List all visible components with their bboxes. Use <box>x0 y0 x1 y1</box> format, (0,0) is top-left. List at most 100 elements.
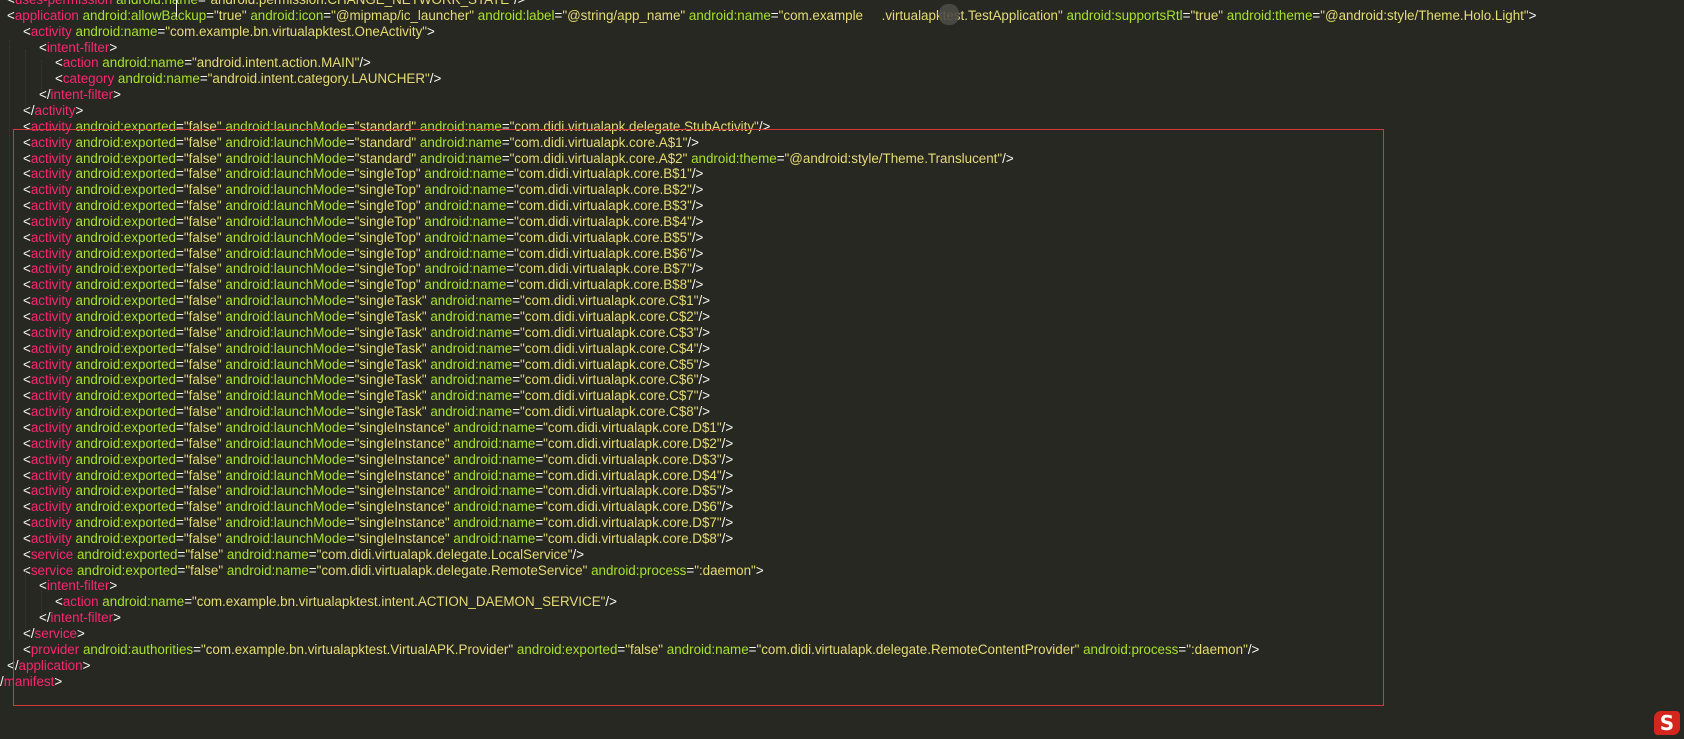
xml-attribute: android:exported <box>75 404 177 420</box>
xml-punctuation: > <box>427 23 435 39</box>
xml-tag-name: activity <box>30 229 72 245</box>
code-line[interactable]: <provider android:authorities="com.examp… <box>0 641 1259 658</box>
xml-punctuation: = <box>512 324 521 340</box>
xml-punctuation: < <box>23 641 31 657</box>
code-line[interactable]: <action android:name="android.intent.act… <box>0 54 371 71</box>
code-line[interactable]: <activity android:exported="false" andro… <box>0 150 1014 167</box>
code-line[interactable]: </application> <box>0 657 90 674</box>
code-line[interactable]: </activity> <box>0 102 83 119</box>
xml-punctuation: = <box>501 118 510 134</box>
xml-tag-name: activity <box>30 467 72 483</box>
xml-punctuation: = <box>199 71 208 87</box>
xml-string: "singleInstance" <box>354 451 450 467</box>
xml-punctuation: = <box>176 182 184 198</box>
code-line[interactable]: <activity android:exported="false" andro… <box>0 292 710 309</box>
text-cursor <box>176 0 177 17</box>
code-line[interactable]: <activity android:exported="false" andro… <box>0 482 733 499</box>
xml-string: "false" <box>183 213 222 229</box>
code-line[interactable]: <activity android:exported="false" andro… <box>0 498 733 515</box>
code-line[interactable]: <activity android:exported="false" andro… <box>0 118 770 135</box>
code-line[interactable]: <service android:exported="false" androi… <box>0 546 584 563</box>
code-line[interactable]: <activity android:exported="false" andro… <box>0 324 710 341</box>
xml-string: "false" <box>183 451 222 467</box>
code-line[interactable]: <activity android:exported="false" andro… <box>0 530 733 547</box>
code-editor[interactable]: <uses-permission android:name="android.p… <box>0 0 1684 739</box>
xml-attribute: android:exported <box>75 229 177 245</box>
code-line[interactable]: <activity android:exported="false" andro… <box>0 134 699 151</box>
code-line[interactable]: <application android:allowBackup="true" … <box>0 7 1537 24</box>
code-line[interactable]: <activity android:exported="false" andro… <box>0 419 733 436</box>
xml-attribute: android:exported <box>75 213 177 229</box>
code-line[interactable]: <activity android:exported="false" andro… <box>0 435 733 452</box>
xml-attribute: android:exported <box>75 483 177 499</box>
code-line[interactable]: <activity android:exported="false" andro… <box>0 276 703 293</box>
xml-punctuation: = <box>176 213 184 229</box>
xml-attribute: android:name <box>430 404 513 420</box>
xml-tag-name: intent-filter <box>50 610 114 626</box>
xml-attribute: android:exported <box>516 641 618 657</box>
xml-punctuation: < <box>23 499 31 515</box>
xml-tag-name: provider <box>30 641 80 657</box>
xml-tag-name: action <box>62 55 99 71</box>
code-line[interactable]: <activity android:exported="false" andro… <box>0 371 710 388</box>
xml-punctuation: = <box>535 419 544 435</box>
code-line[interactable]: <activity android:exported="false" andro… <box>0 467 733 484</box>
xml-tag-name: activity <box>30 23 72 39</box>
code-line[interactable]: <activity android:exported="false" andro… <box>0 197 703 214</box>
xml-tag-name: activity <box>30 372 72 388</box>
code-line[interactable]: /manifest> <box>0 673 62 690</box>
sogou-ime-icon[interactable]: S <box>1654 711 1680 735</box>
code-line[interactable]: </intent-filter> <box>0 86 121 103</box>
code-line[interactable]: </intent-filter> <box>0 609 121 626</box>
xml-attribute: android:label <box>477 7 555 23</box>
xml-attribute: android:launchMode <box>225 245 347 261</box>
code-line[interactable]: <service android:exported="false" androi… <box>0 562 764 579</box>
code-line[interactable]: <activity android:exported="false" andro… <box>0 229 703 246</box>
code-line[interactable]: <activity android:exported="false" andro… <box>0 165 703 182</box>
code-line[interactable]: <activity android:exported="false" andro… <box>0 514 733 531</box>
indent-guide <box>41 585 43 618</box>
xml-attribute: android:launchMode <box>225 467 347 483</box>
xml-attribute: android:launchMode <box>225 198 347 214</box>
xml-string: "com.didi.virtualapk.core.D$8" <box>543 530 722 546</box>
xml-string: "com.didi.virtualapk.core.D$1" <box>543 419 722 435</box>
xml-punctuation: /> <box>605 594 617 610</box>
code-line[interactable]: </service> <box>0 625 85 642</box>
xml-tag-name: activity <box>30 293 72 309</box>
xml-punctuation: = <box>346 182 355 198</box>
code-line[interactable]: <action android:name="com.example.bn.vir… <box>0 593 617 610</box>
xml-attribute: android:name <box>430 356 513 372</box>
code-line[interactable]: <activity android:exported="false" andro… <box>0 403 710 420</box>
xml-punctuation: > <box>109 39 118 55</box>
xml-punctuation: = <box>506 198 515 214</box>
xml-punctuation: < <box>23 150 31 166</box>
xml-punctuation: < <box>23 182 31 198</box>
code-line[interactable]: <activity android:exported="false" andro… <box>0 260 703 277</box>
code-line[interactable]: <category android:name="android.intent.c… <box>0 70 441 87</box>
xml-punctuation: = <box>176 372 184 388</box>
xml-string: "false" <box>183 245 222 261</box>
xml-string: "standard" <box>354 150 417 166</box>
xml-punctuation: < <box>23 435 31 451</box>
xml-attribute: android:exported <box>75 182 177 198</box>
code-line[interactable]: <activity android:exported="false" andro… <box>0 451 733 468</box>
code-line[interactable]: <activity android:exported="false" andro… <box>0 181 703 198</box>
code-line[interactable]: <activity android:exported="false" andro… <box>0 213 703 230</box>
code-line[interactable]: <intent-filter> <box>0 39 117 56</box>
code-line[interactable]: <activity android:exported="false" andro… <box>0 356 710 373</box>
xml-string: "com.didi.virtualapk.core.D$3" <box>543 451 722 467</box>
code-line[interactable]: <activity android:name="com.example.bn.v… <box>0 23 435 40</box>
xml-string: "com.didi.virtualapk.core.C$6" <box>520 372 699 388</box>
code-line[interactable]: <activity android:exported="false" andro… <box>0 308 710 325</box>
xml-string: "singleTop" <box>354 213 421 229</box>
xml-string: "@string/app_name" <box>562 7 686 23</box>
code-line[interactable]: <activity android:exported="false" andro… <box>0 340 710 357</box>
xml-string: "singleInstance" <box>354 483 450 499</box>
code-line[interactable]: <intent-filter> <box>0 577 117 594</box>
indent-guide <box>41 60 43 95</box>
xml-punctuation: = <box>346 451 355 467</box>
xml-string: "com.didi.virtualapk.core.B$1" <box>514 166 692 182</box>
code-line[interactable]: <activity android:exported="false" andro… <box>0 387 710 404</box>
code-line[interactable]: <activity android:exported="false" andro… <box>0 245 703 262</box>
xml-punctuation: < <box>23 530 31 546</box>
